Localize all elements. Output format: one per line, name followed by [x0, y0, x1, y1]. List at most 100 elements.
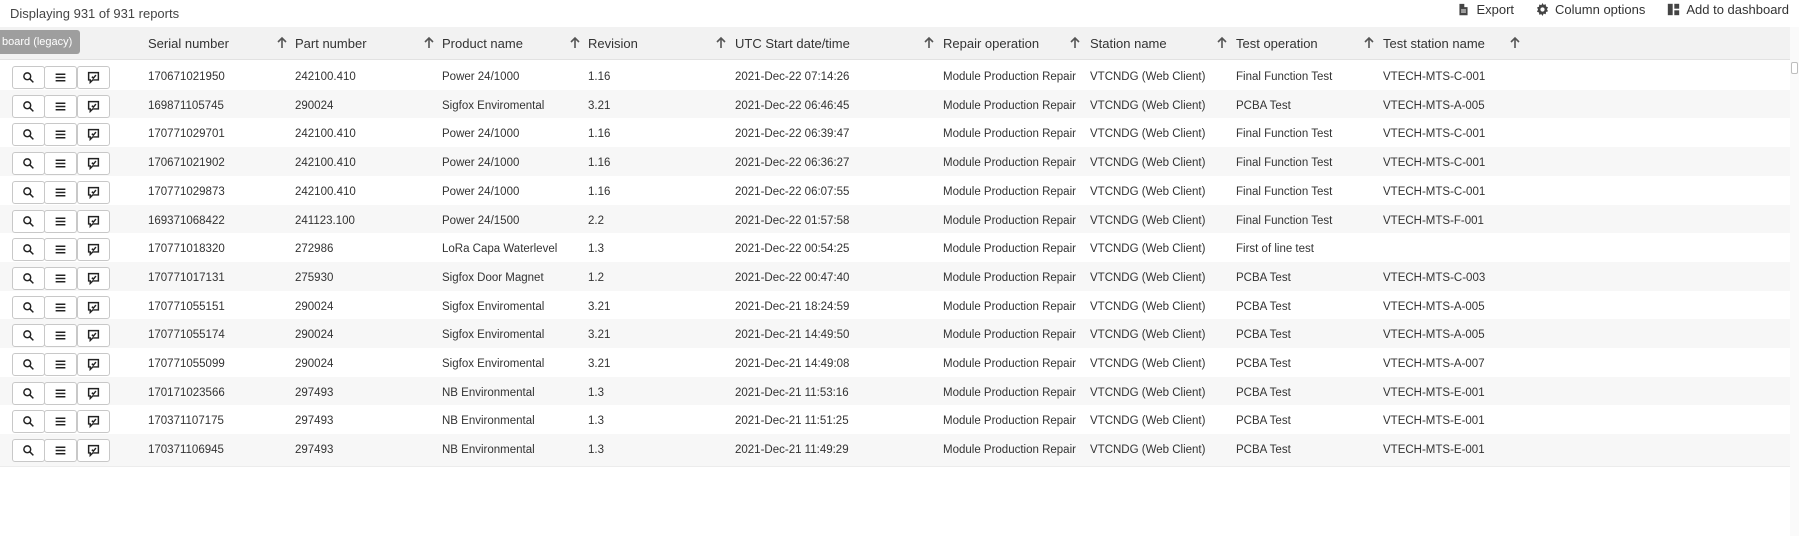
menu-icon	[54, 272, 67, 285]
view-report-button[interactable]	[12, 66, 45, 89]
view-report-button[interactable]	[12, 180, 45, 204]
search-icon	[22, 243, 35, 256]
view-report-button[interactable]	[12, 353, 45, 376]
search-icon	[22, 272, 35, 285]
details-button[interactable]	[44, 94, 77, 118]
comment-button[interactable]	[77, 410, 110, 434]
details-button[interactable]	[44, 324, 77, 348]
comment-button[interactable]	[77, 66, 110, 89]
search-icon	[22, 71, 35, 84]
table-row[interactable]: 170371106945 297493 NB Environmental 1.3 202…	[0, 434, 1790, 468]
column-header[interactable]: Station name	[1090, 27, 1167, 60]
comment-button[interactable]	[77, 266, 110, 290]
details-button[interactable]	[44, 266, 77, 290]
toolbar: Displaying 931 of 931 reports Export Col…	[0, 0, 1799, 26]
comment-button[interactable]	[77, 209, 110, 233]
export-button[interactable]: Export	[1457, 2, 1514, 17]
sort-arrow-up-icon[interactable]	[422, 36, 436, 50]
column-options-button[interactable]: Column options	[1536, 2, 1645, 17]
details-button[interactable]	[44, 295, 77, 319]
menu-icon	[54, 215, 67, 228]
search-icon	[22, 358, 35, 371]
details-button[interactable]	[44, 439, 77, 463]
view-report-button[interactable]	[12, 123, 45, 147]
details-button[interactable]	[44, 410, 77, 434]
menu-icon	[54, 444, 67, 457]
comment-button[interactable]	[77, 238, 110, 262]
sort-arrow-up-icon[interactable]	[922, 36, 936, 50]
scrollbar-thumb[interactable]	[1791, 62, 1798, 74]
comment-button[interactable]	[77, 353, 110, 376]
comment-button[interactable]	[77, 94, 110, 118]
details-button[interactable]	[44, 238, 77, 262]
table-cell: NB Environmental	[442, 444, 535, 457]
comment-button[interactable]	[77, 381, 110, 405]
comment-button[interactable]	[77, 324, 110, 348]
add-to-dashboard-label: Add to dashboard	[1686, 2, 1789, 17]
details-button[interactable]	[44, 353, 77, 376]
menu-icon	[54, 71, 67, 84]
add-to-dashboard-button[interactable]: Add to dashboard	[1667, 2, 1789, 17]
details-button[interactable]	[44, 152, 77, 176]
sort-arrow-up-icon[interactable]	[1068, 36, 1082, 50]
view-report-button[interactable]	[12, 381, 45, 405]
column-header[interactable]: Part number	[295, 27, 367, 60]
sort-arrow-up-icon[interactable]	[1508, 36, 1522, 50]
search-icon	[22, 415, 35, 428]
view-report-button[interactable]	[12, 324, 45, 348]
details-button[interactable]	[44, 209, 77, 233]
sort-arrow-up-icon[interactable]	[275, 36, 289, 50]
column-header[interactable]: Serial number	[148, 27, 229, 60]
menu-icon	[54, 358, 67, 371]
view-report-button[interactable]	[12, 209, 45, 233]
sort-arrow-up-icon[interactable]	[568, 36, 582, 50]
details-button[interactable]	[44, 123, 77, 147]
comment-button[interactable]	[77, 295, 110, 319]
table-cell: 170371106945	[148, 444, 224, 457]
file-icon	[1459, 3, 1469, 16]
view-report-button[interactable]	[12, 410, 45, 434]
sort-arrow-up-icon[interactable]	[1362, 36, 1376, 50]
chat-icon	[87, 157, 100, 171]
view-report-button[interactable]	[12, 439, 45, 463]
details-button[interactable]	[44, 381, 77, 405]
chat-icon	[87, 358, 100, 371]
search-icon	[22, 128, 35, 141]
search-icon	[22, 100, 35, 113]
comment-button[interactable]	[77, 152, 110, 176]
comment-button[interactable]	[77, 439, 110, 463]
view-report-button[interactable]	[12, 152, 45, 176]
table-cell: 2021-Dec-21 11:49:29	[735, 444, 849, 457]
comment-button[interactable]	[77, 123, 110, 147]
details-button[interactable]	[44, 66, 77, 89]
export-label: Export	[1476, 2, 1515, 17]
sort-arrow-up-icon[interactable]	[1215, 36, 1229, 50]
details-button[interactable]	[44, 180, 77, 204]
table-cell: 297493	[295, 444, 334, 457]
search-icon	[22, 329, 35, 342]
column-header[interactable]: Test operation	[1236, 27, 1318, 60]
column-header[interactable]: UTC Start date/time	[735, 27, 850, 60]
comment-button[interactable]	[77, 180, 110, 204]
view-report-button[interactable]	[12, 295, 45, 319]
column-header[interactable]: Product name	[442, 27, 523, 60]
view-report-button[interactable]	[12, 266, 45, 290]
column-header[interactable]: Repair operation	[943, 27, 1039, 60]
menu-icon	[54, 301, 67, 314]
view-report-button[interactable]	[12, 238, 45, 262]
search-icon	[22, 186, 35, 199]
toolbar-actions: Export Column options Add to dashboard	[1457, 2, 1789, 17]
search-icon	[22, 444, 35, 457]
vertical-scrollbar[interactable]	[1790, 27, 1799, 536]
menu-icon	[54, 157, 67, 170]
chat-icon	[87, 272, 100, 285]
column-header[interactable]: Revision	[588, 27, 638, 60]
column-header[interactable]: Test station name	[1383, 27, 1485, 60]
table-cell: VTCNDG (Web Client)	[1090, 444, 1206, 457]
table-cell: Module Production Repair	[943, 444, 1076, 457]
table-cell: PCBA Test	[1236, 444, 1291, 457]
view-report-button[interactable]	[12, 94, 45, 118]
sort-arrow-up-icon[interactable]	[714, 36, 728, 50]
gear-icon	[1537, 3, 1549, 16]
chat-icon	[87, 71, 100, 84]
